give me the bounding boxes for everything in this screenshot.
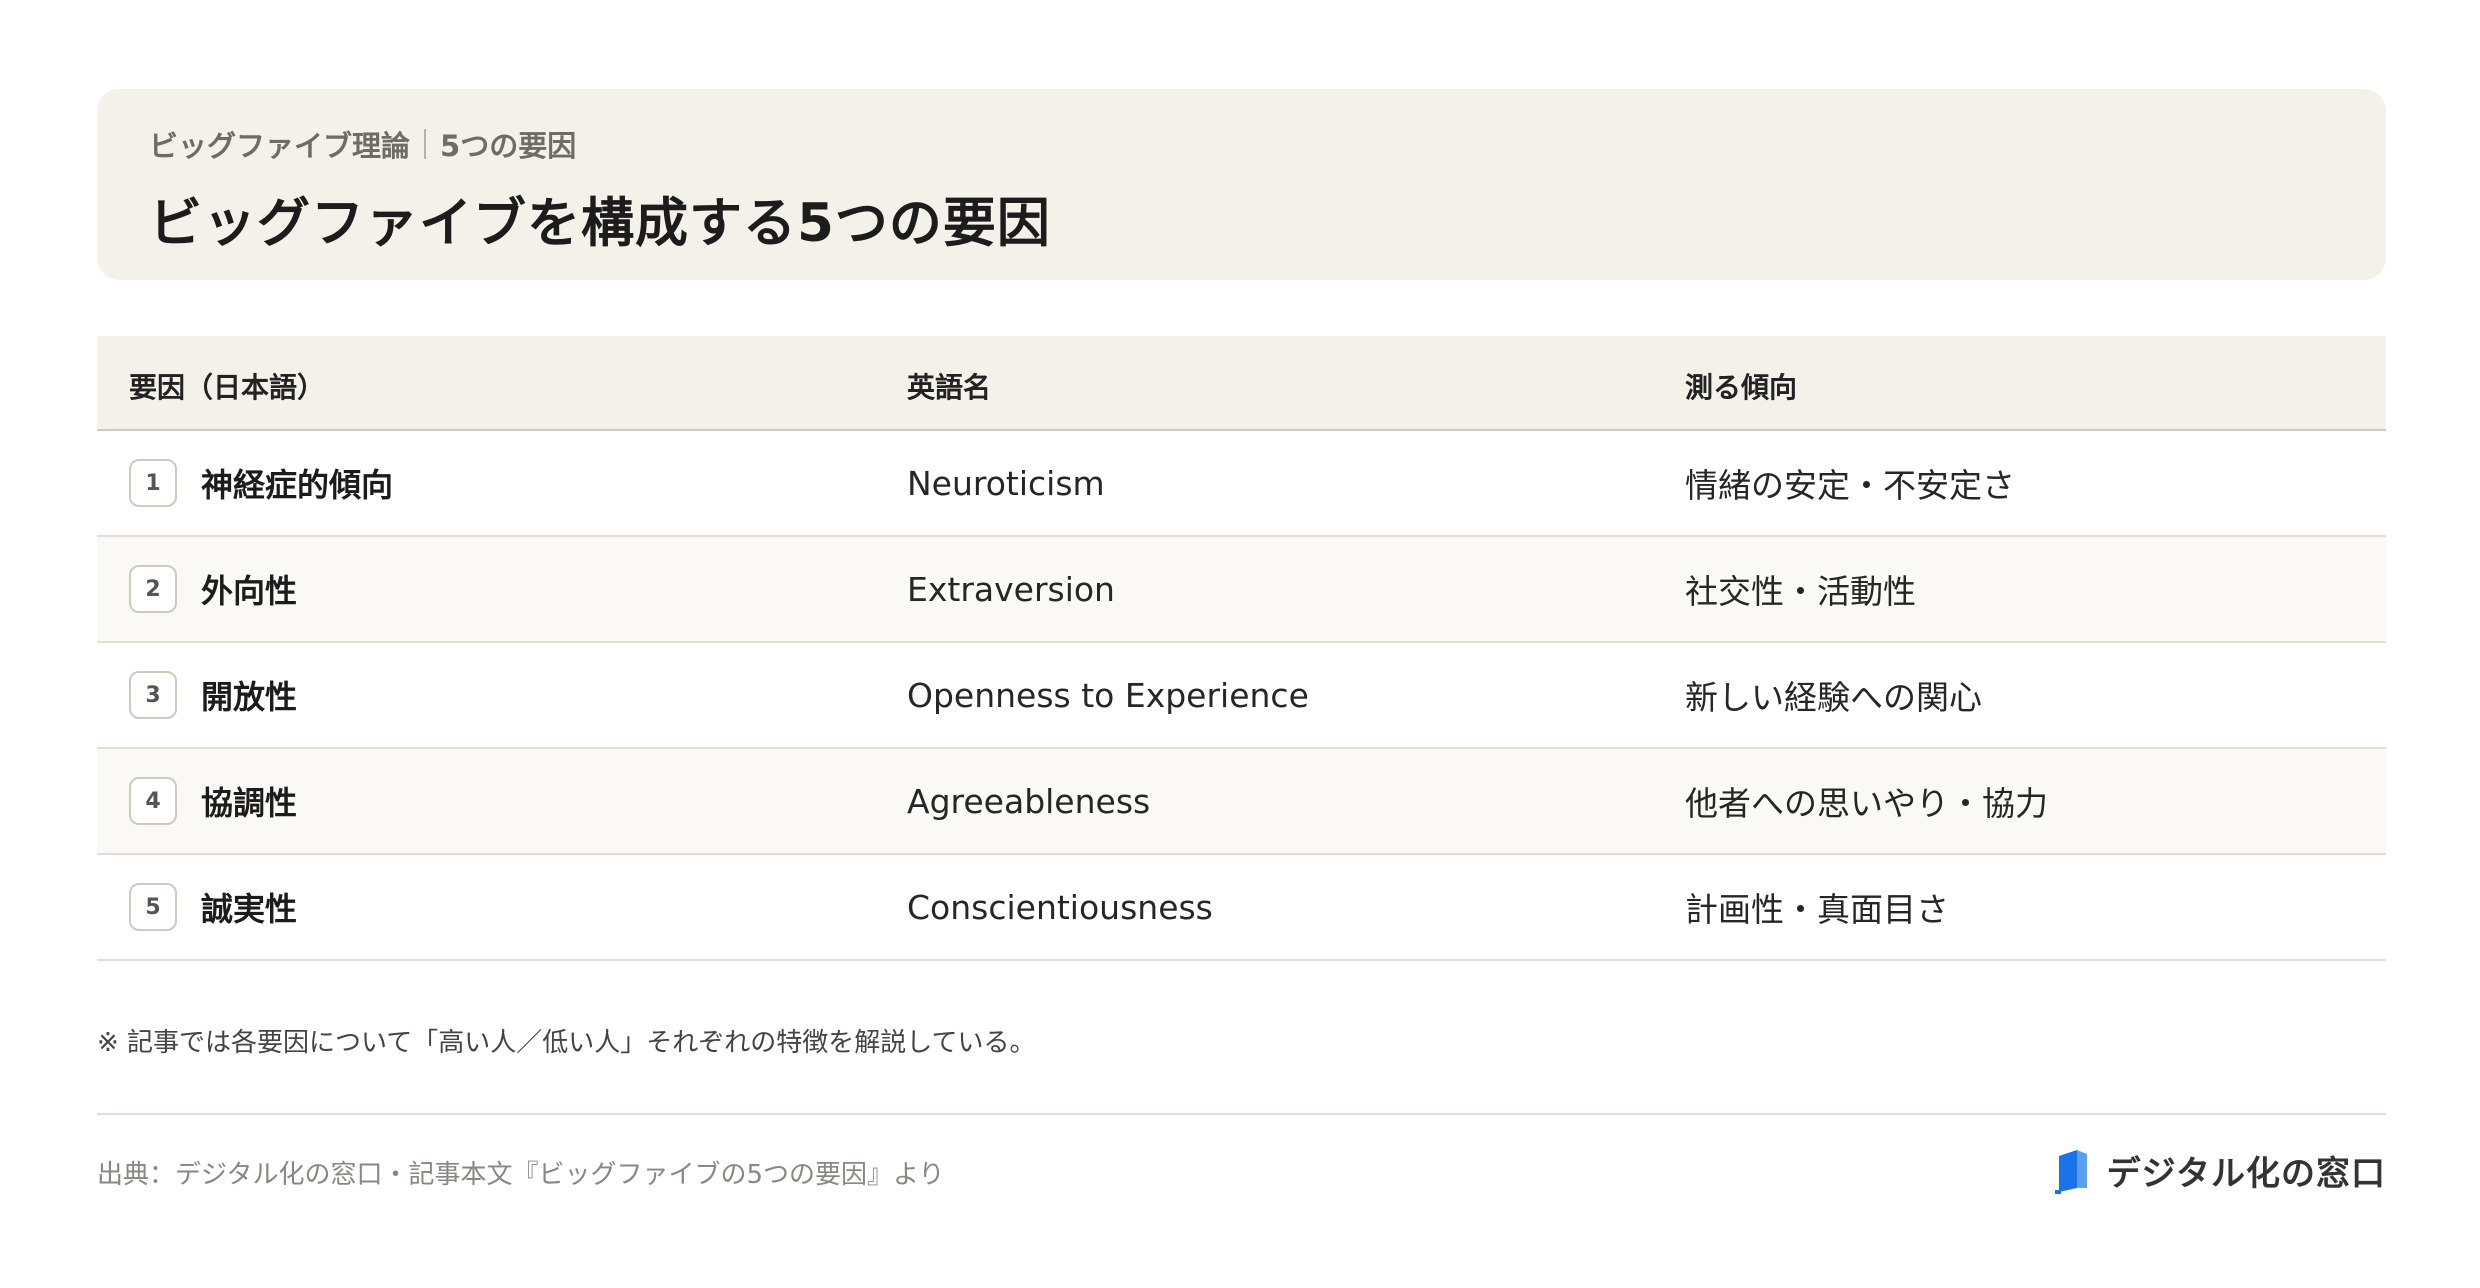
trait-description: 新しい経験への関心	[1685, 678, 1982, 717]
factor-cell: 1 神経症的傾向	[129, 431, 393, 535]
english-name-cell: Agreeableness	[907, 749, 1150, 853]
trait-cell: 計画性・真面目さ	[1685, 855, 1949, 959]
column-header-trait: 測る傾向	[1685, 371, 1798, 404]
english-name-cell: Conscientiousness	[907, 855, 1213, 959]
factor-name: 神経症的傾向	[201, 466, 394, 504]
trait-description: 情緒の安定・不安定さ	[1685, 466, 2015, 505]
table-row: 4 協調性 Agreeableness 他者への思いやり・協力	[97, 749, 2386, 855]
breadcrumb-separator	[424, 129, 427, 159]
trait-description: 社交性・活動性	[1685, 572, 1916, 611]
factor-name: 協調性	[201, 784, 298, 822]
trait-description: 計画性・真面目さ	[1685, 890, 1949, 929]
brand-logo: デジタル化の窓口	[2053, 1146, 2386, 1195]
footnote: ※ 記事では各要因について「高い人／低い人」それぞれの特徴を解説している。	[97, 1028, 1036, 1058]
factor-name: 誠実性	[201, 890, 298, 928]
english-name-cell: Extraversion	[907, 537, 1115, 641]
english-name: Neuroticism	[907, 463, 1105, 503]
english-name: Openness to Experience	[907, 675, 1309, 715]
trait-cell: 情緒の安定・不安定さ	[1685, 431, 2015, 535]
english-name: Conscientiousness	[907, 887, 1213, 927]
header-card: ビッグファイブ理論 5つの要因 ビッグファイブを構成する5つの要因	[97, 89, 2386, 280]
brand-name: デジタル化の窓口	[2106, 1154, 2386, 1194]
row-number-badge: 3	[129, 671, 177, 719]
row-number-badge: 2	[129, 565, 177, 613]
factor-cell: 4 協調性	[129, 749, 297, 853]
breadcrumb-section: 5つの要因	[440, 129, 577, 163]
table-row: 2 外向性 Extraversion 社交性・活動性	[97, 537, 2386, 643]
table-row: 5 誠実性 Conscientiousness 計画性・真面目さ	[97, 855, 2386, 961]
table-row: 1 神経症的傾向 Neuroticism 情緒の安定・不安定さ	[97, 431, 2386, 537]
row-number-badge: 5	[129, 883, 177, 931]
factor-name: 開放性	[201, 678, 298, 716]
breadcrumb: ビッグファイブ理論 5つの要因	[149, 123, 576, 165]
trait-cell: 社交性・活動性	[1685, 537, 1916, 641]
factor-cell: 2 外向性	[129, 537, 297, 641]
trait-description: 他者への思いやり・協力	[1685, 784, 2048, 823]
footer-divider	[97, 1113, 2386, 1115]
row-number-badge: 1	[129, 459, 177, 507]
trait-cell: 新しい経験への関心	[1685, 643, 1982, 747]
table-row: 3 開放性 Openness to Experience 新しい経験への関心	[97, 643, 2386, 749]
source-citation: 出典：デジタル化の窓口・記事本文『ビッグファイブの5つの要因』より	[97, 1160, 945, 1190]
english-name-cell: Neuroticism	[907, 431, 1105, 535]
page-title: ビッグファイブを構成する5つの要因	[149, 193, 1051, 254]
english-name: Agreeableness	[907, 781, 1151, 821]
factor-cell: 3 開放性	[129, 643, 297, 747]
trait-cell: 他者への思いやり・協力	[1685, 749, 2048, 853]
window-logo-icon	[2054, 1149, 2087, 1194]
factor-cell: 5 誠実性	[129, 855, 297, 959]
row-number-badge: 4	[129, 777, 177, 825]
column-header-english: 英語名	[907, 371, 992, 404]
english-name-cell: Openness to Experience	[907, 643, 1309, 747]
column-header-factor: 要因（日本語）	[129, 371, 326, 404]
table-header-row: 要因（日本語） 英語名 測る傾向	[97, 336, 2386, 431]
factors-table: 要因（日本語） 英語名 測る傾向 1 神経症的傾向 Neuroticism 情緒…	[97, 336, 2386, 961]
breadcrumb-topic: ビッグファイブ理論	[149, 129, 411, 163]
english-name: Extraversion	[907, 569, 1115, 609]
factor-name: 外向性	[201, 572, 298, 610]
